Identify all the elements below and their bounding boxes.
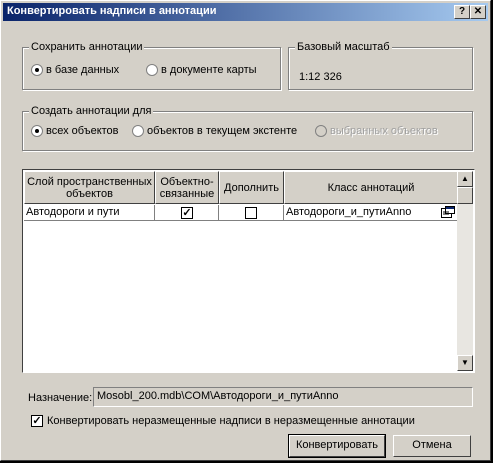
save-annotations-legend: Сохранить аннотации [29, 41, 145, 53]
radio-selected-features-label: выбранных объектов [330, 125, 438, 137]
radio-indicator [146, 64, 158, 77]
column-header-append[interactable]: Дополнить [219, 171, 284, 204]
radio-selected-indicator [31, 64, 43, 77]
destination-label: Назначение: [28, 392, 93, 404]
column-header-layer[interactable]: Слой пространственных объектов [24, 171, 155, 204]
create-annotations-group: Создать аннотации для всех объектов объе… [22, 105, 473, 151]
arrow-up-icon: ▲ [461, 174, 469, 183]
table-cell-annotation-class[interactable]: Автодороги_и_путиAnno [284, 205, 458, 221]
radio-in-map-document[interactable]: в документе карты [146, 64, 257, 77]
radio-indicator [315, 125, 327, 138]
create-annotations-legend: Создать аннотации для [29, 105, 154, 117]
radio-indicator [132, 125, 144, 138]
convert-unplaced-checkbox[interactable]: ✓ [31, 415, 43, 428]
feature-linked-checkbox[interactable]: ✓ [181, 207, 193, 219]
table-scrollbar[interactable]: ▲ ▼ [457, 171, 473, 371]
dialog-window: Конвертировать надписи в аннотации ? ✕ С… [0, 0, 491, 461]
radio-in-database[interactable]: в базе данных [31, 64, 120, 77]
column-header-annotation-class[interactable]: Класс аннотаций [284, 171, 458, 204]
window-title: Конвертировать надписи в аннотации [7, 5, 217, 17]
close-button[interactable]: ✕ [470, 5, 486, 19]
cancel-button[interactable]: Отмена [393, 435, 471, 457]
radio-current-extent-label: объектов в текущем экстенте [147, 125, 298, 137]
table-cell-feature-linked: ✓ [155, 205, 219, 221]
radio-current-extent[interactable]: объектов в текущем экстенте [132, 125, 298, 138]
save-annotations-group: Сохранить аннотации в базе данных в доку… [22, 41, 281, 90]
arrow-down-icon: ▼ [461, 358, 469, 367]
table-cell-append [219, 205, 284, 221]
radio-selected-features: выбранных объектов [315, 125, 438, 138]
radio-selected-indicator [31, 125, 43, 138]
properties-icon[interactable] [441, 206, 455, 218]
destination-field: Mosobl_200.mdb\COM\Автодороги_и_путиAnno [93, 387, 473, 407]
convert-button[interactable]: Конвертировать [288, 434, 386, 458]
table-cell-layer[interactable]: Автодороги и пути [24, 205, 155, 221]
scroll-up-button[interactable]: ▲ [457, 171, 473, 187]
reference-scale-legend: Базовый масштаб [295, 41, 392, 53]
layers-table: Слой пространственных объектов Объектно-… [22, 169, 475, 373]
radio-in-database-label: в базе данных [46, 64, 120, 76]
convert-unplaced-label: Конвертировать неразмещенные надписи в н… [47, 415, 415, 427]
radio-all-features[interactable]: всех объектов [31, 125, 119, 138]
annotation-class-name: Автодороги_и_путиAnno [286, 206, 412, 218]
reference-scale-group: Базовый масштаб 1:12 326 [288, 41, 473, 90]
convert-unplaced-option[interactable]: ✓ Конвертировать неразмещенные надписи в … [31, 415, 415, 428]
scroll-thumb[interactable] [457, 187, 473, 204]
radio-in-map-document-label: в документе карты [161, 64, 257, 76]
help-button[interactable]: ? [454, 5, 470, 19]
reference-scale-value: 1:12 326 [299, 71, 342, 83]
append-checkbox[interactable] [245, 207, 257, 219]
layer-name: Автодороги и пути [26, 206, 120, 218]
scroll-down-button[interactable]: ▼ [457, 355, 473, 371]
column-header-feature-linked[interactable]: Объектно-связанные [155, 171, 219, 204]
title-bar[interactable]: Конвертировать надписи в аннотации ? ✕ [3, 3, 488, 21]
radio-all-features-label: всех объектов [46, 125, 119, 137]
